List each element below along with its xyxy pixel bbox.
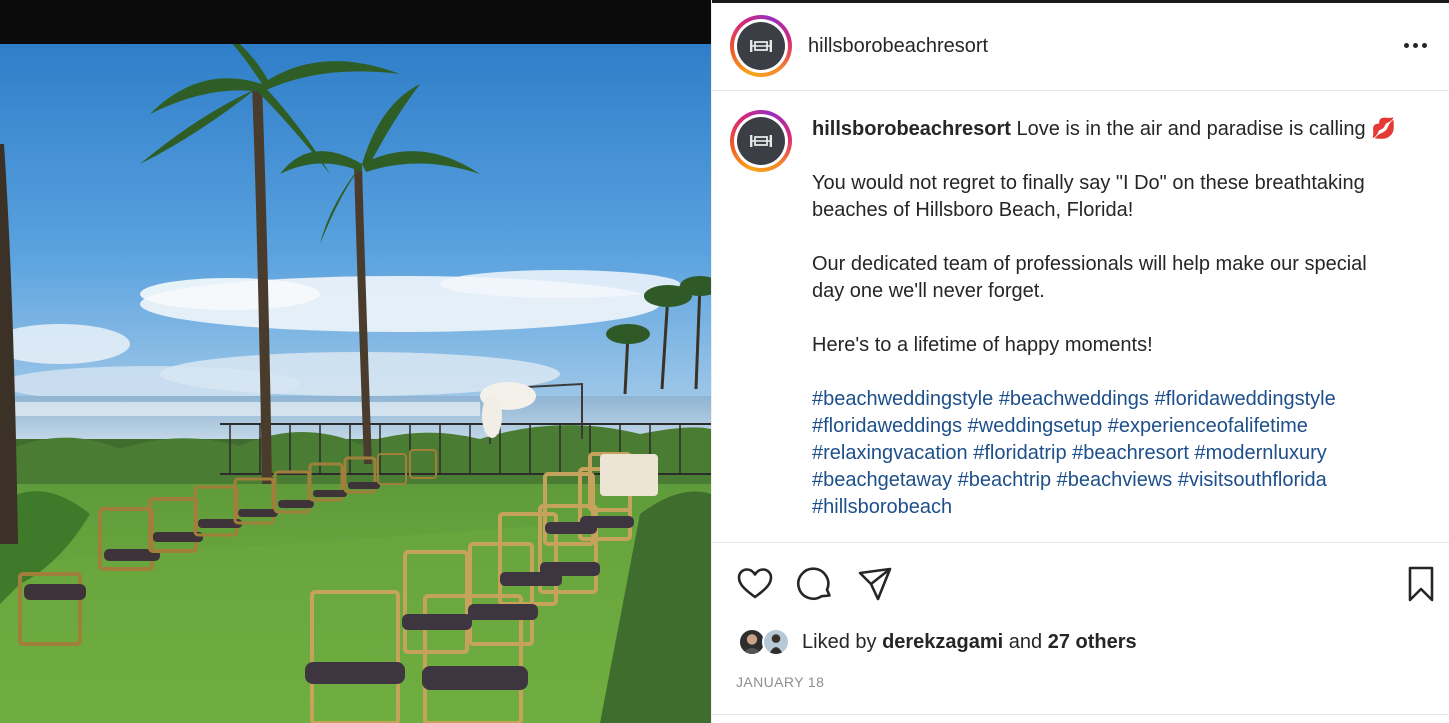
hashtag-link[interactable]: #experienceofalifetime [1108, 415, 1308, 437]
hashtag-link[interactable]: #floridaweddings [812, 415, 962, 437]
hashtag-link[interactable]: #beachgetaway [812, 469, 952, 491]
hashtag-line-2: #floridaweddings #weddingsetup #experien… [812, 413, 1422, 440]
hashtag-link[interactable]: #visitsouthflorida [1178, 469, 1327, 491]
header-username[interactable]: hillsborobeachresort [808, 35, 988, 58]
hashtag-line-4: #beachgetaway #beachtrip #beachviews #vi… [812, 467, 1422, 494]
hashtag-link[interactable]: #beachviews [1057, 469, 1173, 491]
more-options-icon[interactable] [1404, 35, 1434, 55]
lips-emoji: 💋 [1371, 118, 1397, 140]
heart-icon [737, 568, 773, 599]
bottom-divider [712, 714, 1449, 715]
share-button[interactable] [856, 565, 894, 603]
likes-prefix: Liked by [802, 630, 877, 653]
liker-username[interactable]: derekzagami [882, 631, 1003, 653]
avatar[interactable] [730, 15, 792, 77]
post-date[interactable]: JANUARY 18 [736, 674, 824, 690]
comment-icon [797, 567, 831, 600]
liker-avatars[interactable] [738, 626, 796, 658]
caption-paragraph4: Here's to a lifetime of happy moments! [812, 334, 1153, 356]
caption-username[interactable]: hillsborobeachresort [812, 118, 1011, 140]
likes-conjunction: and [1008, 630, 1043, 653]
caption-avatar[interactable] [730, 110, 792, 172]
bookmark-icon [1408, 566, 1434, 602]
hashtag-link[interactable]: #weddingsetup [968, 415, 1103, 437]
hashtag-line-5: #hillsborobeach [812, 494, 1422, 521]
hashtag-link[interactable]: #relaxingvacation [812, 442, 968, 464]
liker-avatar [762, 628, 790, 656]
photo-top-bar [0, 0, 711, 44]
beach-wedding-photo [0, 44, 711, 723]
hashtag-link[interactable]: #beachweddings [999, 388, 1149, 410]
post-photo[interactable] [0, 0, 711, 723]
hashtag-line-1: #beachweddingstyle #beachweddings #flori… [812, 386, 1422, 413]
hashtag-link[interactable]: #floridaweddingstyle [1155, 388, 1336, 410]
others-link[interactable]: 27 others [1048, 631, 1137, 653]
caption-text: hillsborobeachresort Love is in the air … [812, 116, 1422, 521]
person-icon [769, 634, 783, 654]
caption-paragraph2-line1: You would not regret to finally say "I D… [812, 172, 1365, 194]
caption-line1: Love is in the air and paradise is calli… [1016, 118, 1366, 140]
comment-button[interactable] [796, 565, 834, 603]
share-icon [858, 567, 892, 601]
resort-logo-icon [750, 40, 772, 52]
save-button[interactable] [1402, 565, 1440, 603]
hashtag-link[interactable]: #modernluxury [1194, 442, 1326, 464]
caption-paragraph3-line1: Our dedicated team of professionals will… [812, 253, 1367, 275]
action-bar [712, 542, 1449, 622]
like-button[interactable] [736, 565, 774, 603]
post-panel: hillsborobeachresort hillsborobeachresor… [711, 0, 1449, 723]
likes-row: Liked by derekzagami and 27 others [738, 626, 1137, 658]
hashtag-link[interactable]: #beachresort [1072, 442, 1189, 464]
hashtag-link[interactable]: #hillsborobeach [812, 496, 952, 518]
person-icon [741, 634, 763, 654]
caption-paragraph3-line2: day one we'll never forget. [812, 280, 1045, 302]
likes-text: Liked by derekzagami and 27 others [802, 631, 1137, 654]
hashtag-link[interactable]: #beachtrip [958, 469, 1051, 491]
hashtag-link[interactable]: #beachweddingstyle [812, 388, 993, 410]
post-header: hillsborobeachresort [712, 3, 1449, 91]
resort-logo-icon [750, 135, 772, 147]
caption-area: hillsborobeachresort Love is in the air … [712, 92, 1449, 540]
caption-paragraph2-line2: beaches of Hillsboro Beach, Florida! [812, 199, 1134, 221]
hashtag-line-3: #relaxingvacation #floridatrip #beachres… [812, 440, 1422, 467]
hashtag-link[interactable]: #floridatrip [973, 442, 1066, 464]
